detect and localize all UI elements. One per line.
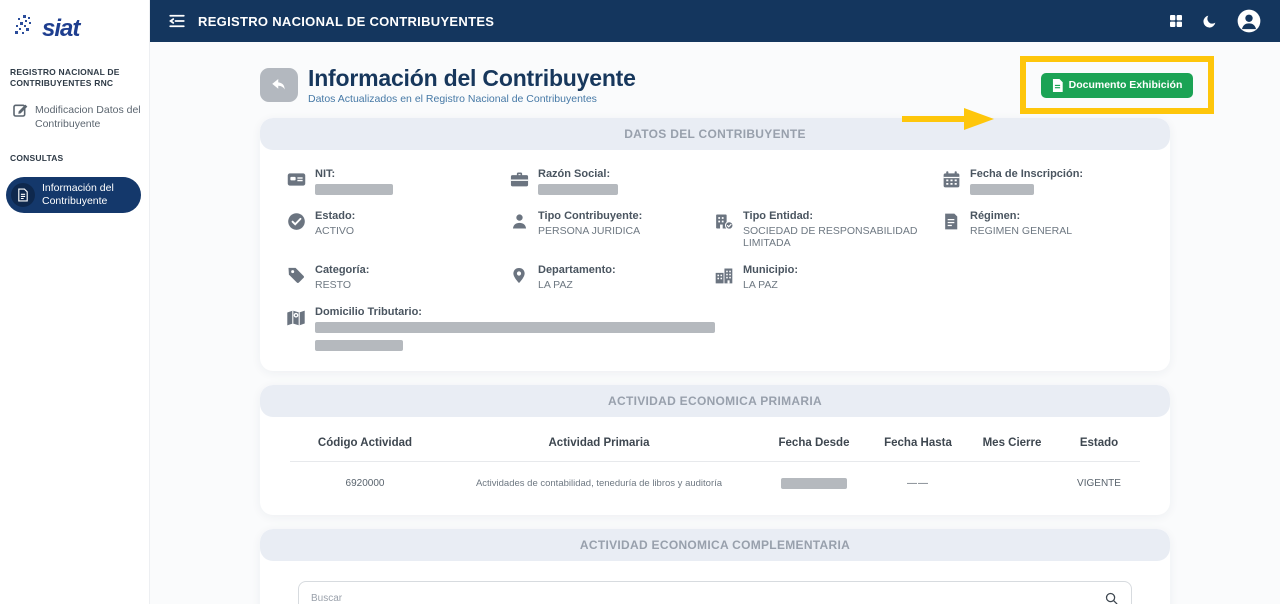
documento-exhibicion-button[interactable]: Documento Exhibición: [1041, 73, 1194, 98]
actividad-primaria-title: ACTIVIDAD ECONOMICA PRIMARIA: [608, 394, 822, 408]
back-button[interactable]: [260, 68, 298, 102]
annotation-arrow: [902, 108, 994, 135]
field-categoria: Categoría: RESTO: [285, 264, 508, 291]
field-value: ACTIVO: [315, 225, 355, 237]
page-title: Información del Contribuyente: [308, 65, 636, 92]
page: siat REGISTRO NACIONAL DE CONTRIBUYENTES…: [0, 0, 1280, 604]
sidebar: siat REGISTRO NACIONAL DE CONTRIBUYENTES…: [0, 0, 150, 604]
field-tipo-entidad: Tipo Entidad: SOCIEDAD DE RESPONSABILIDA…: [713, 210, 940, 249]
field-label: Categoría:: [315, 264, 369, 276]
field-label: Tipo Entidad:: [743, 210, 940, 222]
field-value: PERSONA JURIDICA: [538, 225, 642, 237]
person-icon: [508, 210, 530, 232]
cell-fecha-hasta: ——: [870, 462, 966, 493]
field-label: Domicilio Tributario:: [315, 306, 715, 318]
cell-actividad: Actividades de contabilidad, teneduría d…: [440, 462, 758, 493]
field-value: SOCIEDAD DE RESPONSABILIDAD LIMITADA: [743, 225, 940, 249]
tag-icon: [285, 264, 307, 285]
edit-icon: [12, 102, 28, 123]
datos-contribuyente-card: DATOS DEL CONTRIBUYENTE NIT:: [260, 118, 1170, 371]
table-row: 6920000 Actividades de contabilidad, ten…: [290, 462, 1140, 493]
field-value: LA PAZ: [538, 279, 616, 291]
cell-codigo: 6920000: [290, 462, 440, 493]
briefcase-icon: [508, 168, 530, 190]
field-label: Municipio:: [743, 264, 798, 276]
field-value: RESTO: [315, 279, 369, 291]
actividad-complementaria-title: ACTIVIDAD ECONOMICA COMPLEMENTARIA: [580, 538, 850, 552]
cell-fecha-desde-redacted: [758, 462, 870, 493]
map-pin-icon: [508, 264, 530, 286]
field-label: Razón Social:: [538, 168, 618, 180]
actividad-primaria-card: ACTIVIDAD ECONOMICA PRIMARIA Código Acti…: [260, 385, 1170, 515]
redacted-value: [315, 322, 715, 333]
topbar: REGISTRO NACIONAL DE CONTRIBUYENTES: [150, 0, 1280, 42]
topbar-title: REGISTRO NACIONAL DE CONTRIBUYENTES: [198, 14, 494, 29]
menu-fold-icon[interactable]: [168, 12, 186, 30]
sidebar-item-label: Información del Contribuyente: [42, 182, 133, 208]
field-nit: NIT:: [285, 168, 508, 195]
column-header: Mes Cierre: [966, 429, 1058, 461]
datos-card-header: DATOS DEL CONTRIBUYENTE: [260, 118, 1170, 150]
cell-mes-cierre: [966, 468, 1058, 488]
redacted-value: [315, 184, 393, 195]
cell-estado: VIGENTE: [1058, 462, 1140, 493]
datos-card-title: DATOS DEL CONTRIBUYENTE: [624, 127, 806, 141]
redacted-value: [315, 340, 403, 351]
building-check-icon: [713, 210, 735, 232]
actividad-complementaria-card: ACTIVIDAD ECONOMICA COMPLEMENTARIA Códig…: [260, 529, 1170, 604]
sidebar-item-informacion-contribuyente[interactable]: Información del Contribuyente: [6, 177, 141, 213]
sidebar-item-modificacion-datos[interactable]: Modificacion Datos del Contribuyente: [0, 94, 149, 139]
search-button[interactable]: [1104, 591, 1119, 604]
map-icon: [285, 306, 307, 329]
redacted-value: [538, 184, 618, 195]
field-domicilio-tributario: Domicilio Tributario:: [285, 306, 1145, 351]
annotation-highlight-box: Documento Exhibición: [1020, 56, 1214, 114]
receipt-icon: [940, 210, 962, 232]
column-header: Estado: [1058, 429, 1140, 461]
city-buildings-icon: [713, 264, 735, 286]
id-card-icon: [285, 168, 307, 190]
column-header: Fecha Desde: [758, 429, 870, 461]
field-label: Departamento:: [538, 264, 616, 276]
siat-emblem-icon: [14, 14, 36, 43]
field-estado: Estado: ACTIVO: [285, 210, 508, 249]
field-label: Régimen:: [970, 210, 1072, 222]
documento-exhibicion-label: Documento Exhibición: [1069, 79, 1183, 91]
column-header: Actividad Primaria: [440, 429, 758, 461]
calendar-icon: [940, 168, 962, 190]
sidebar-section-consultas: CONSULTAS: [0, 139, 149, 168]
field-razon-social: Razón Social:: [508, 168, 713, 195]
document-icon: [11, 183, 35, 207]
field-regimen: Régimen: REGIMEN GENERAL: [940, 210, 1145, 249]
field-departamento: Departamento: LA PAZ: [508, 264, 713, 291]
actividad-primaria-header: ACTIVIDAD ECONOMICA PRIMARIA: [260, 385, 1170, 417]
actividad-complementaria-header: ACTIVIDAD ECONOMICA COMPLEMENTARIA: [260, 529, 1170, 561]
field-value: LA PAZ: [743, 279, 798, 291]
field-label: Fecha de Inscripción:: [970, 168, 1083, 180]
apps-grid-icon[interactable]: [1168, 13, 1184, 29]
column-header: Código Actividad: [290, 429, 440, 461]
field-label: NIT:: [315, 168, 393, 180]
field-municipio: Municipio: LA PAZ: [713, 264, 940, 291]
sidebar-section-rnc: REGISTRO NACIONAL DE CONTRIBUYENTES RNC: [0, 53, 149, 94]
avatar-icon[interactable]: [1236, 8, 1262, 34]
field-fecha-inscripcion: Fecha de Inscripción:: [940, 168, 1145, 195]
column-header: Fecha Hasta: [870, 429, 966, 461]
main-content: Documento Exhibición Información del Con…: [150, 42, 1280, 604]
page-subtitle: Datos Actualizados en el Registro Nacion…: [308, 93, 636, 105]
sidebar-item-label: Modificacion Datos del Contribuyente: [35, 102, 141, 131]
field-label: Tipo Contribuyente:: [538, 210, 642, 222]
table-header-row: Código Actividad Actividad Primaria Fech…: [290, 429, 1140, 462]
search-box: [298, 581, 1132, 604]
siat-logo-text: siat: [42, 15, 79, 43]
field-value: REGIMEN GENERAL: [970, 225, 1072, 237]
field-label: Estado:: [315, 210, 355, 222]
check-circle-icon: [285, 210, 307, 232]
file-icon: [1052, 79, 1063, 92]
moon-icon[interactable]: [1202, 13, 1218, 29]
search-input[interactable]: [311, 593, 1104, 604]
redacted-value: [970, 184, 1034, 195]
siat-logo[interactable]: siat: [0, 0, 149, 53]
field-tipo-contribuyente: Tipo Contribuyente: PERSONA JURIDICA: [508, 210, 713, 249]
